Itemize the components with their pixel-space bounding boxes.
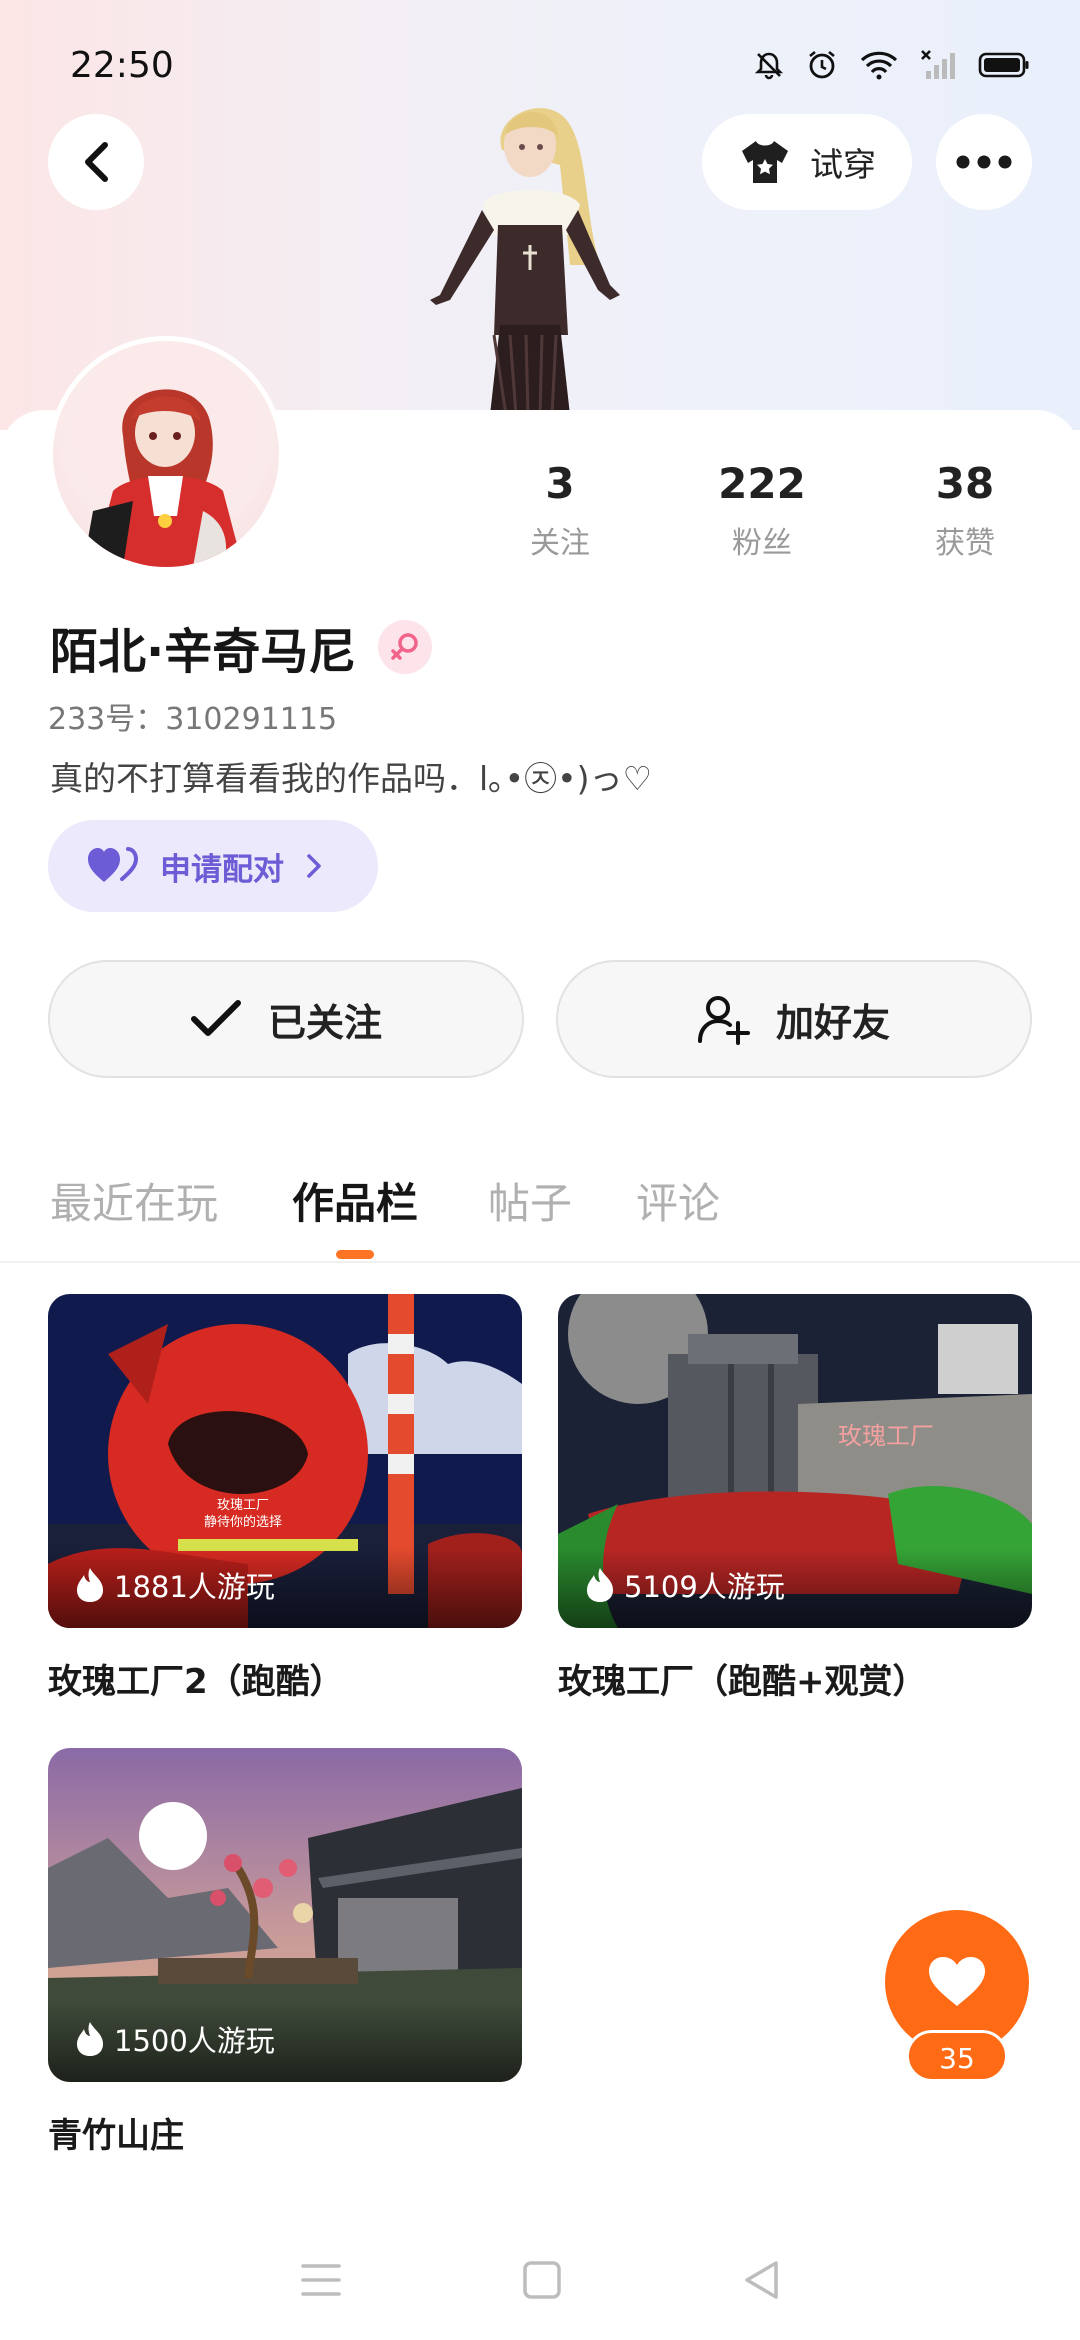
alarm-icon: [809, 50, 835, 79]
like-count-badge: 35: [906, 2030, 1008, 2082]
stat-following[interactable]: 3 关注: [480, 456, 640, 562]
add-friend-button[interactable]: 加好友: [556, 960, 1032, 1078]
more-dots-icon: [956, 155, 1012, 169]
stat-label: 获赞: [935, 526, 995, 561]
flame-icon: [587, 1568, 613, 1602]
profile-stats: 3 关注 222 粉丝 38 获赞: [480, 456, 1040, 576]
more-options-button[interactable]: [936, 114, 1032, 210]
work-card[interactable]: 1500人游玩 青竹山庄: [48, 1748, 522, 2157]
stat-label: 粉丝: [732, 526, 792, 561]
character-avatar-3d[interactable]: [410, 95, 650, 416]
scene-sign-text: 静待你的选择: [204, 1514, 282, 1530]
profile-avatar[interactable]: [48, 336, 284, 572]
gender-badge: [378, 620, 433, 674]
tab-recent-played[interactable]: 最近在玩: [50, 1170, 218, 1231]
double-heart-icon: [88, 847, 138, 882]
pair-label: 申请配对: [160, 851, 284, 888]
play-count-text: 5109人游玩: [624, 1570, 785, 1604]
work-thumbnail[interactable]: 1500人游玩: [48, 1748, 522, 2082]
scene-sign-text: 玫瑰工厂: [838, 1422, 934, 1450]
stat-followers[interactable]: 222 粉丝: [682, 456, 842, 562]
back-button[interactable]: [48, 114, 144, 210]
flame-icon: [77, 2022, 103, 2056]
play-count: 5109人游玩: [586, 1564, 785, 1606]
signal-icon: [921, 50, 955, 79]
flame-icon: [77, 1568, 103, 1602]
stat-value: 38: [935, 459, 995, 508]
work-thumbnail[interactable]: 玫瑰工厂 静待你的选择 1881人游玩: [48, 1294, 522, 1628]
work-title[interactable]: 玫瑰工厂2（跑酷）: [48, 1654, 522, 1703]
add-friend-label: 加好友: [775, 1000, 890, 1045]
user-id: 233号：310291115: [48, 702, 338, 737]
check-icon: [190, 1000, 241, 1036]
work-thumbnail[interactable]: 玫瑰工厂 5109人游玩: [558, 1294, 1032, 1628]
tab-divider: [0, 1261, 1080, 1263]
chevron-right-icon: [307, 854, 321, 878]
work-card[interactable]: 玫瑰工厂 5109人游玩 玫瑰工厂（跑酷+观赏）: [558, 1294, 1032, 1703]
tshirt-icon: [742, 141, 788, 183]
profile-name: 陌北·辛奇马尼: [50, 624, 357, 680]
stat-value: 3: [545, 459, 575, 508]
work-title[interactable]: 青竹山庄: [48, 2108, 522, 2157]
profile-tabs: 最近在玩 作品栏 帖子 评论: [0, 1150, 1080, 1260]
status-icons: [754, 49, 1030, 81]
menu-icon[interactable]: [300, 2262, 342, 2298]
system-navigation-bar: [0, 2220, 1080, 2340]
status-time: 22:50: [70, 44, 174, 86]
wifi-icon: [860, 51, 898, 80]
female-icon: [391, 633, 418, 660]
tab-works[interactable]: 作品栏: [292, 1170, 418, 1231]
followed-label: 已关注: [267, 1000, 382, 1045]
tab-posts[interactable]: 帖子: [488, 1170, 572, 1231]
stat-likes[interactable]: 38 获赞: [885, 456, 1045, 562]
scene-sign-text: 玫瑰工厂: [217, 1497, 269, 1513]
back-triangle-icon[interactable]: [742, 2259, 780, 2301]
play-count: 1881人游玩: [76, 1564, 275, 1606]
request-pair-button[interactable]: 申请配对: [48, 820, 378, 912]
tab-active-indicator: [336, 1250, 374, 1259]
work-card[interactable]: 玫瑰工厂 静待你的选择 1881人游玩 玫瑰工厂2（跑酷）: [48, 1294, 522, 1703]
home-icon[interactable]: [522, 2260, 562, 2300]
play-count: 1500人游玩: [76, 2018, 275, 2060]
profile-name-row: 陌北·辛奇马尼: [50, 612, 433, 682]
stat-label: 关注: [530, 526, 590, 561]
play-count-text: 1500人游玩: [114, 2024, 275, 2058]
stat-value: 222: [718, 459, 806, 508]
heart-icon: [929, 1957, 985, 2006]
play-count-text: 1881人游玩: [114, 1570, 275, 1604]
followed-button[interactable]: 已关注: [48, 960, 524, 1078]
battery-icon: [978, 52, 1029, 78]
chevron-left-icon: [85, 142, 108, 182]
mute-bell-icon: [754, 52, 784, 80]
tab-comments[interactable]: 评论: [636, 1170, 720, 1231]
try-on-label: 试穿: [810, 145, 876, 184]
profile-bio: 真的不打算看看我的作品吗．l｡•㉨•)っ♡: [50, 759, 653, 798]
work-title[interactable]: 玫瑰工厂（跑酷+观赏）: [558, 1654, 1032, 1703]
try-on-button[interactable]: 试穿: [702, 114, 912, 210]
add-user-icon: [697, 996, 750, 1045]
